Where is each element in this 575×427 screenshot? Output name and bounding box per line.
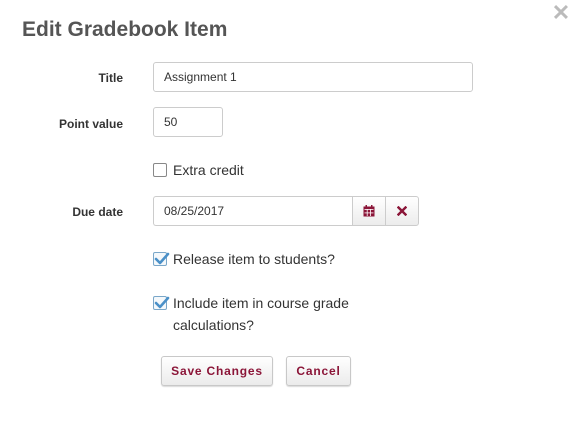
release-checkbox[interactable] — [153, 252, 170, 266]
point-value-input[interactable] — [153, 107, 223, 137]
include-label-line2: calculations? — [173, 317, 254, 333]
calendar-button[interactable] — [352, 196, 386, 226]
close-icon[interactable]: ✕ — [550, 2, 572, 24]
extra-credit-checkbox[interactable] — [153, 163, 167, 177]
save-changes-button[interactable]: Save Changes — [161, 356, 273, 386]
calendar-icon — [363, 205, 375, 217]
dialog-title: Edit Gradebook Item — [22, 18, 228, 41]
clear-x-icon — [397, 206, 407, 216]
include-checkbox[interactable] — [153, 296, 170, 310]
checkmark-icon — [154, 252, 170, 265]
include-label-line1: Include item in course grade — [173, 295, 349, 311]
title-input[interactable] — [153, 62, 473, 92]
release-label: Release item to students? — [173, 251, 335, 267]
cancel-button[interactable]: Cancel — [286, 356, 351, 386]
extra-credit-label: Extra credit — [173, 162, 244, 178]
point-value-label: Point value — [58, 117, 123, 131]
checkmark-icon — [154, 296, 170, 309]
due-date-input[interactable] — [153, 196, 353, 226]
title-label: Title — [98, 71, 123, 85]
due-date-label: Due date — [72, 205, 123, 219]
clear-date-button[interactable] — [385, 196, 419, 226]
